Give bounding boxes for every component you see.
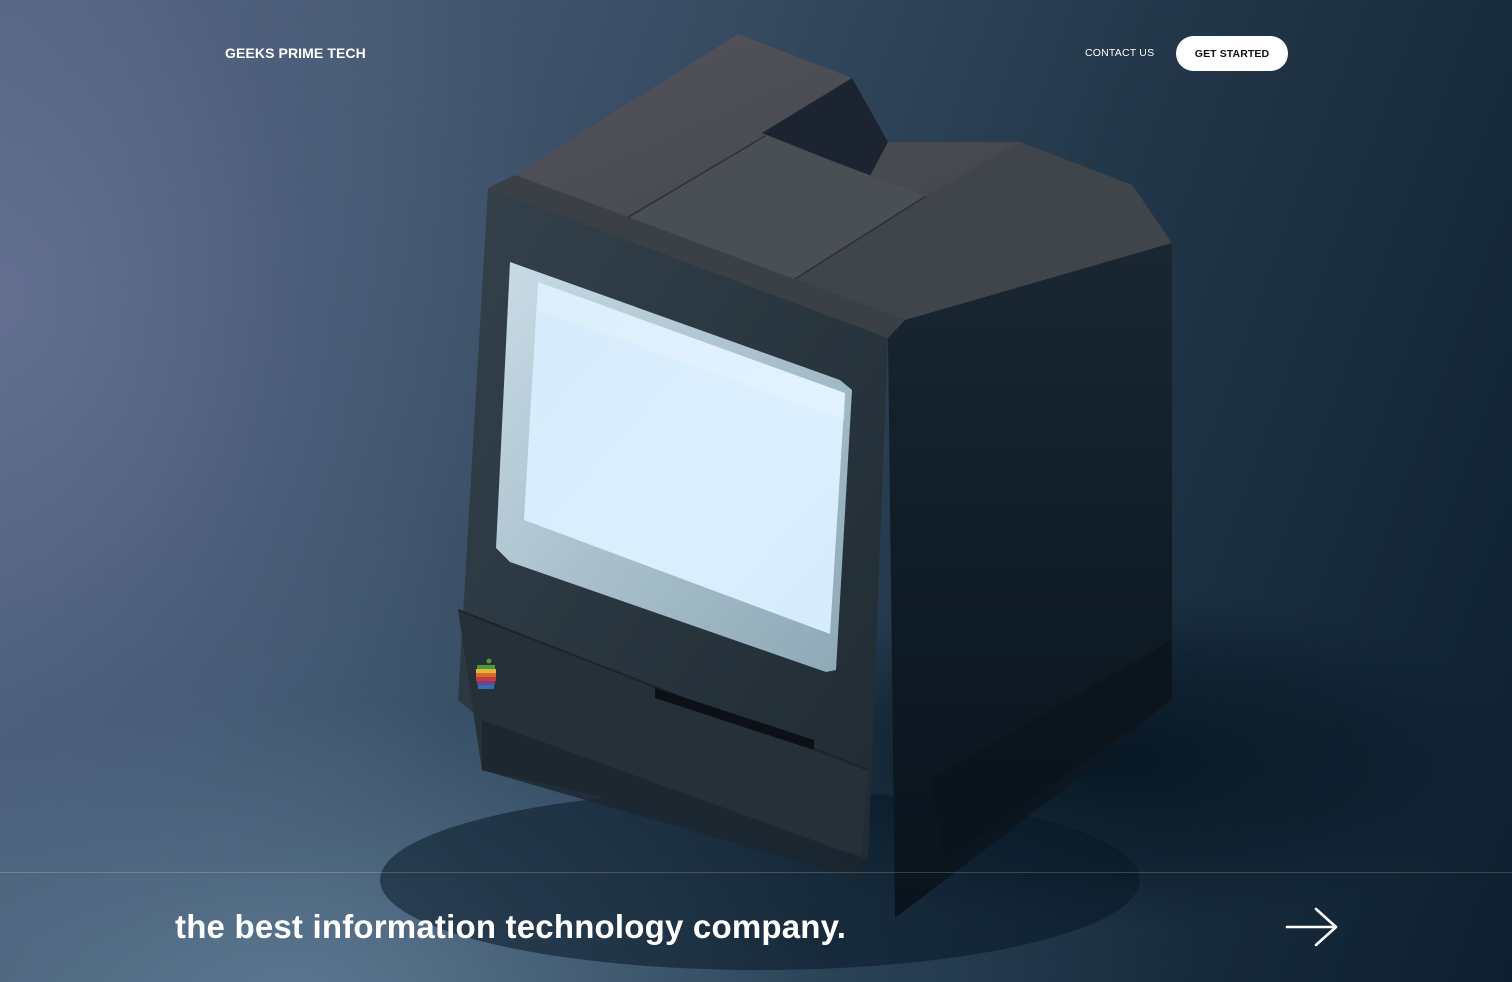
hero-section: GEEKS PRIME TECH CONTACT US GET STARTED … bbox=[0, 0, 1512, 982]
arrow-right-button[interactable] bbox=[1284, 905, 1342, 949]
hero-divider bbox=[0, 872, 1512, 873]
contact-us-link[interactable]: CONTACT US bbox=[1085, 46, 1154, 60]
arrow-right-icon bbox=[1285, 907, 1338, 947]
retro-computer-illustration bbox=[0, 0, 1512, 982]
hero-tagline: the best information technology company. bbox=[175, 908, 847, 945]
get-started-label: GET STARTED bbox=[1194, 47, 1270, 60]
brand-logo[interactable]: GEEKS PRIME TECH bbox=[225, 44, 366, 62]
get-started-button[interactable]: GET STARTED bbox=[1176, 36, 1288, 71]
